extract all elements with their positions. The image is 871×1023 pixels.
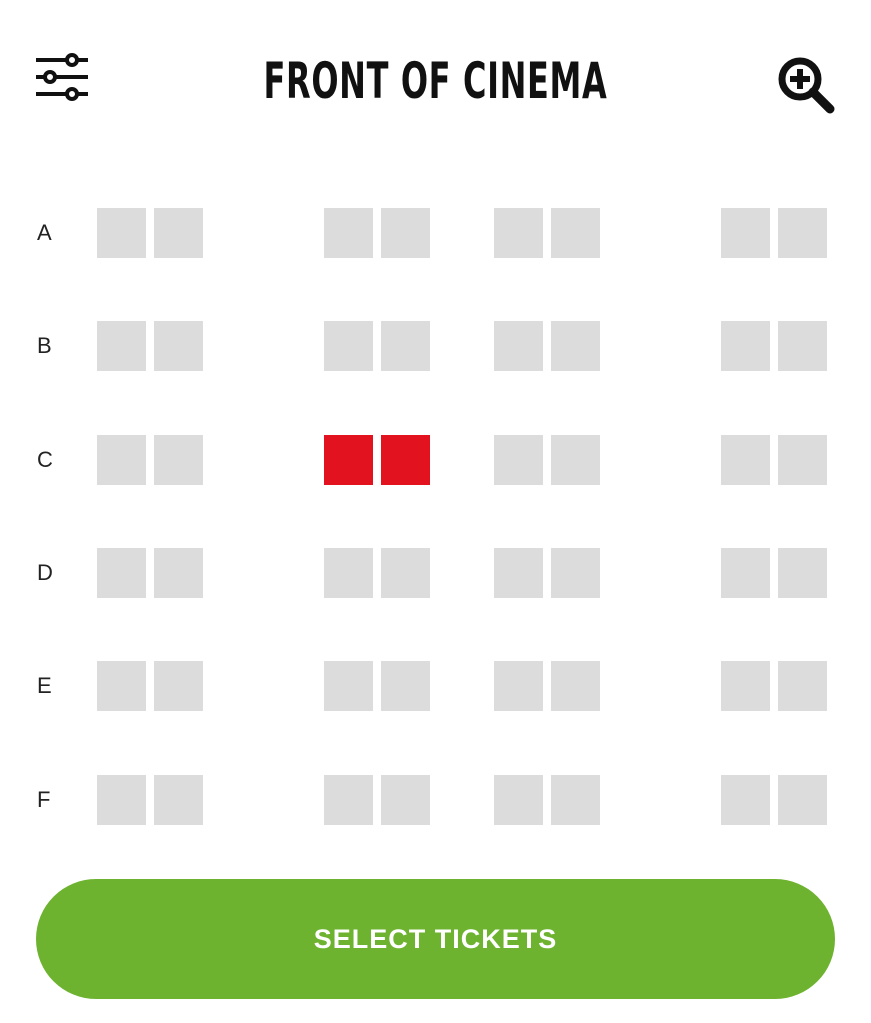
- seat-a8[interactable]: [778, 208, 827, 258]
- row-label: A: [37, 220, 52, 245]
- seat-a3[interactable]: [324, 208, 373, 258]
- select-tickets-button[interactable]: SELECT TICKETS: [36, 879, 835, 999]
- seat-c8[interactable]: [778, 435, 827, 485]
- zoom-button[interactable]: [777, 56, 835, 114]
- seat-a7[interactable]: [721, 208, 770, 258]
- seat-row-d: D: [0, 548, 871, 598]
- seat-e6[interactable]: [551, 661, 600, 711]
- seat-e8[interactable]: [778, 661, 827, 711]
- seat-b6[interactable]: [551, 321, 600, 371]
- row-label: C: [37, 447, 53, 472]
- seat-row-a: A: [0, 208, 871, 258]
- filter-sliders-icon: [36, 53, 88, 101]
- row-label: D: [37, 560, 53, 585]
- seat-block: [721, 661, 827, 711]
- row-label: B: [37, 333, 52, 358]
- seat-d8[interactable]: [778, 548, 827, 598]
- seat-c4-selected[interactable]: [381, 435, 430, 485]
- seat-e4[interactable]: [381, 661, 430, 711]
- seat-block: [494, 321, 600, 371]
- seat-map: A B C D E F: [0, 195, 871, 845]
- seat-row-f: F: [0, 775, 871, 825]
- seat-block: [494, 661, 600, 711]
- seat-b4[interactable]: [381, 321, 430, 371]
- row-label: F: [37, 787, 51, 812]
- seat-block: [721, 321, 827, 371]
- seat-f4[interactable]: [381, 775, 430, 825]
- seat-row-c: C: [0, 435, 871, 485]
- seat-block: [97, 435, 203, 485]
- seat-f2[interactable]: [154, 775, 203, 825]
- seat-block: [324, 208, 430, 258]
- seat-d6[interactable]: [551, 548, 600, 598]
- seat-block: [494, 435, 600, 485]
- seat-row-b: B: [0, 321, 871, 371]
- seat-a1[interactable]: [97, 208, 146, 258]
- seat-b1[interactable]: [97, 321, 146, 371]
- seat-c5[interactable]: [494, 435, 543, 485]
- seat-block: [721, 775, 827, 825]
- seat-f1[interactable]: [97, 775, 146, 825]
- seat-c7[interactable]: [721, 435, 770, 485]
- seat-c1[interactable]: [97, 435, 146, 485]
- seat-b2[interactable]: [154, 321, 203, 371]
- seat-block: [324, 435, 430, 485]
- seat-block: [494, 548, 600, 598]
- seat-e3[interactable]: [324, 661, 373, 711]
- seat-f7[interactable]: [721, 775, 770, 825]
- seat-f3[interactable]: [324, 775, 373, 825]
- seat-d2[interactable]: [154, 548, 203, 598]
- seat-block: [324, 321, 430, 371]
- seat-c6[interactable]: [551, 435, 600, 485]
- zoom-in-icon: [778, 57, 835, 114]
- seat-d3[interactable]: [324, 548, 373, 598]
- seat-block: [324, 661, 430, 711]
- seat-block: [494, 208, 600, 258]
- seat-block: [324, 548, 430, 598]
- seat-block: [97, 321, 203, 371]
- filter-button[interactable]: [34, 52, 90, 104]
- seat-block: [721, 435, 827, 485]
- seat-b7[interactable]: [721, 321, 770, 371]
- seat-e7[interactable]: [721, 661, 770, 711]
- seat-a2[interactable]: [154, 208, 203, 258]
- seat-f6[interactable]: [551, 775, 600, 825]
- seat-block: [721, 548, 827, 598]
- seat-b5[interactable]: [494, 321, 543, 371]
- page-title: FRONT OF CINEMA: [263, 52, 608, 110]
- seat-block: [324, 775, 430, 825]
- seat-d4[interactable]: [381, 548, 430, 598]
- seat-block: [97, 548, 203, 598]
- seat-block: [494, 775, 600, 825]
- header: FRONT OF CINEMA: [0, 0, 871, 165]
- seat-c3-selected[interactable]: [324, 435, 373, 485]
- seat-b3[interactable]: [324, 321, 373, 371]
- seat-d7[interactable]: [721, 548, 770, 598]
- seat-a4[interactable]: [381, 208, 430, 258]
- seat-a6[interactable]: [551, 208, 600, 258]
- seat-e5[interactable]: [494, 661, 543, 711]
- seat-block: [97, 661, 203, 711]
- seat-b8[interactable]: [778, 321, 827, 371]
- seat-row-e: E: [0, 661, 871, 711]
- seat-e2[interactable]: [154, 661, 203, 711]
- seat-a5[interactable]: [494, 208, 543, 258]
- seat-d5[interactable]: [494, 548, 543, 598]
- seat-c2[interactable]: [154, 435, 203, 485]
- seat-f8[interactable]: [778, 775, 827, 825]
- seat-block: [721, 208, 827, 258]
- seat-d1[interactable]: [97, 548, 146, 598]
- seat-e1[interactable]: [97, 661, 146, 711]
- seat-block: [97, 208, 203, 258]
- seat-f5[interactable]: [494, 775, 543, 825]
- row-label: E: [37, 673, 52, 698]
- seat-block: [97, 775, 203, 825]
